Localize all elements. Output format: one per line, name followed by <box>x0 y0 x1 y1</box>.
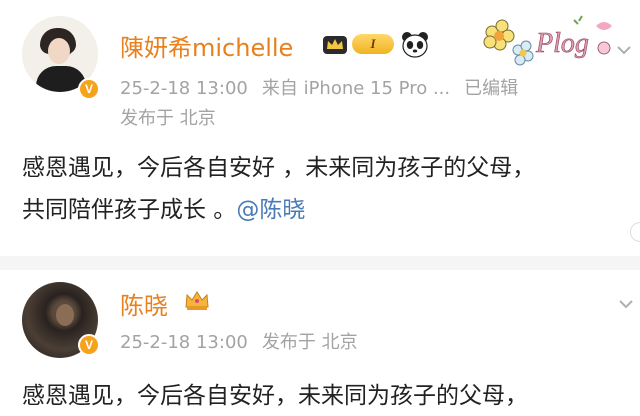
post-source[interactable]: 来自 iPhone 15 Pro ... <box>262 78 450 99</box>
verified-badge: V <box>78 334 100 356</box>
plog-text: Plog <box>535 28 589 59</box>
chevron-down-icon[interactable] <box>616 294 636 314</box>
post-location: 发布于 北京 <box>261 332 358 353</box>
verified-badge: V <box>78 78 100 100</box>
author-name[interactable]: 陳妍希michelle <box>120 28 293 63</box>
crown-icon <box>185 291 209 310</box>
author-name[interactable]: 陈晓 <box>120 286 168 321</box>
chevron-down-icon[interactable] <box>614 40 634 60</box>
post-location: 发布于 北京 <box>120 108 216 129</box>
panda-icon <box>402 32 428 58</box>
avatar-face <box>48 38 70 64</box>
post-meta: 25-2-18 13:00 发布于 北京 <box>120 328 358 354</box>
side-scroll-button[interactable] <box>630 222 640 242</box>
post-text: 感恩遇见，今后各自安好，未来同为孩子的父母， <box>22 383 528 409</box>
crown-icon <box>323 36 347 54</box>
mention-link[interactable]: @陈晓 <box>236 197 305 223</box>
post-text: 感恩遇见，今后各自安好 ，未来同为孩子的父母， <box>22 155 536 181</box>
plog-flower-decoration: Plog <box>483 15 612 66</box>
level-badge: I <box>352 34 394 54</box>
post-meta: 25-2-18 13:00 来自 iPhone 15 Pro ... 已编辑 <box>120 74 518 100</box>
post-text-line: 共同陪伴孩子成长 。 <box>22 197 237 223</box>
edited-label[interactable]: 已编辑 <box>464 78 518 99</box>
weibo-post-card: V 陳妍希michelle I Plog 25-2-18 13:00 来自 iPh… <box>0 0 640 256</box>
post-text: 共同陪伴孩子成长 。@陈晓 <box>22 190 305 224</box>
post-time: 25-2-18 13:00 <box>120 332 248 353</box>
post-time: 25-2-18 13:00 <box>120 78 248 99</box>
avatar-face <box>56 304 74 326</box>
